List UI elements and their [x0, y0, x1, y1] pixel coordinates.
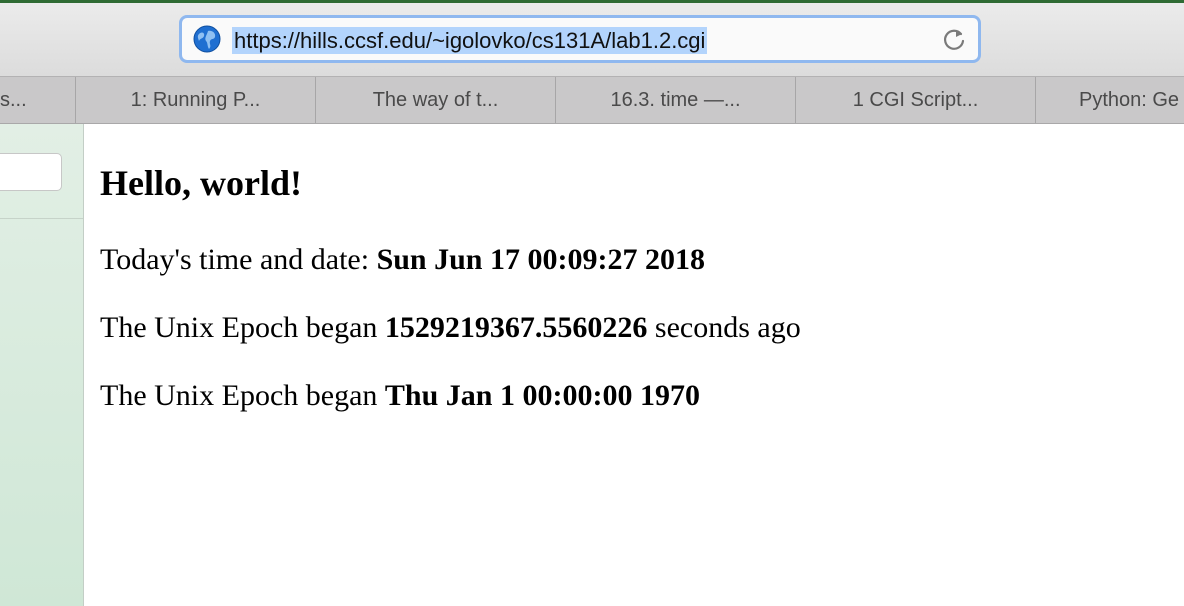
tab-6[interactable]: Python: Ge [1036, 77, 1184, 123]
tab-label: The way of t... [372, 89, 499, 111]
globe-icon [193, 25, 221, 53]
epoch-date-label: The Unix Epoch began [100, 379, 385, 412]
page-heading: Hello, world! [100, 163, 302, 203]
tab-label: Python: Ge [1079, 89, 1180, 111]
tab-label: s... [0, 89, 27, 111]
tab-2[interactable]: 1: Running P... [76, 77, 316, 123]
tab-3[interactable]: The way of t... [316, 77, 556, 123]
sidebar-search-text: ) [0, 162, 1, 183]
tab-4[interactable]: 16.3. time —... [556, 77, 796, 123]
reload-icon[interactable] [940, 26, 968, 54]
tab-label: 16.3. time —... [610, 89, 741, 111]
tab-5[interactable]: 1 CGI Script... [796, 77, 1036, 123]
epoch-seconds-label: The Unix Epoch began [100, 311, 385, 344]
epoch-seconds-value: 1529219367.5560226 [384, 311, 648, 344]
sidebar-search-field[interactable]: ) [0, 153, 62, 191]
epoch-seconds-suffix: seconds ago [647, 311, 801, 344]
sidebar-divider [0, 218, 83, 219]
epoch-date-value: Thu Jan 1 00:00:00 1970 [384, 379, 700, 412]
tab-1[interactable]: s... [0, 77, 76, 123]
time-date-label: Today's time and date: [100, 243, 377, 276]
url-text[interactable]: https://hills.ccsf.edu/~igolovko/cs131A/… [232, 27, 708, 54]
address-bar[interactable]: https://hills.ccsf.edu/~igolovko/cs131A/… [179, 15, 981, 63]
tab-label: 1 CGI Script... [852, 89, 979, 111]
tab-bar: s... 1: Running P... The way of t... 16.… [0, 76, 1184, 124]
time-date-value: Sun Jun 17 00:09:27 2018 [376, 243, 705, 276]
browser-toolbar: https://hills.ccsf.edu/~igolovko/cs131A/… [0, 3, 1184, 76]
time-date-line: Today's time and date: Sun Jun 17 00:09:… [100, 243, 705, 277]
epoch-date-line: The Unix Epoch began Thu Jan 1 00:00:00 … [100, 379, 700, 413]
epoch-seconds-line: The Unix Epoch began 1529219367.5560226 … [100, 311, 801, 345]
tab-label: 1: Running P... [130, 89, 261, 111]
sidebar: ) [0, 124, 84, 606]
